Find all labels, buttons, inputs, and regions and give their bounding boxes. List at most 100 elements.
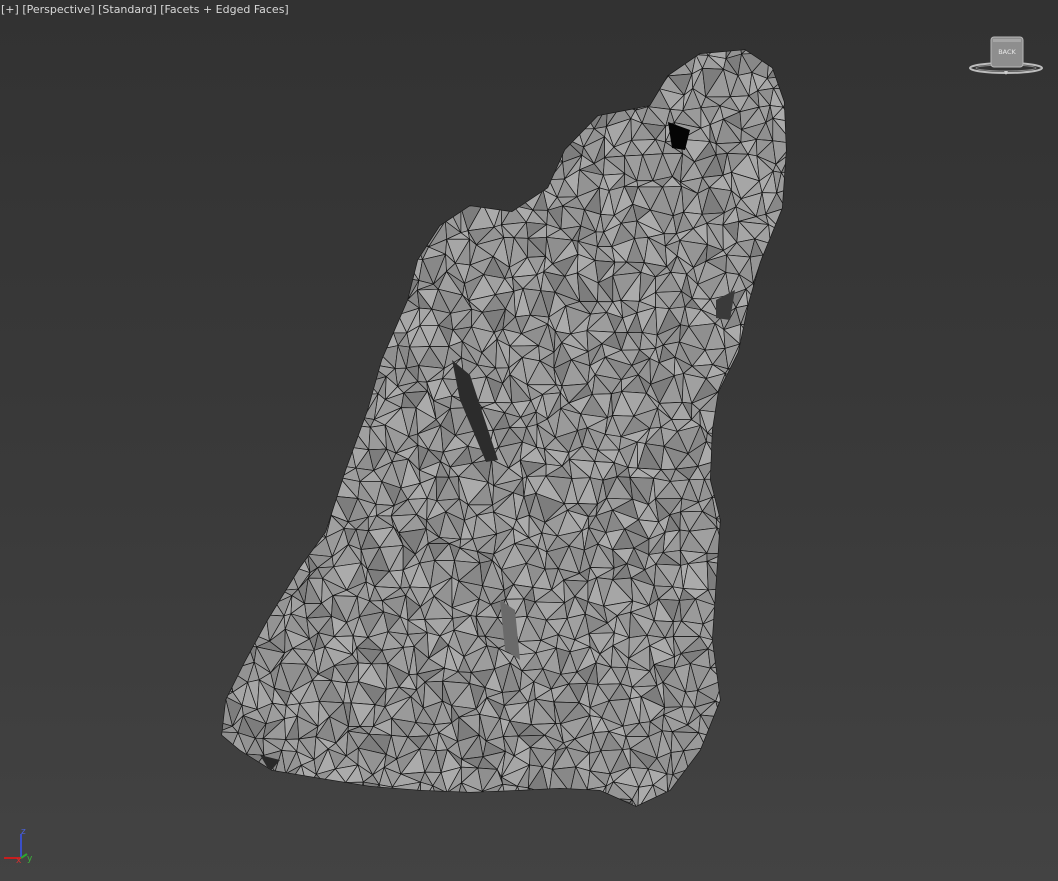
mesh-face [724, 343, 741, 370]
viewport-visual-style-menu[interactable]: [Facets + Edged Faces] [160, 3, 288, 16]
mesh-face [344, 204, 362, 228]
mesh-face [583, 62, 606, 71]
mesh-face [797, 629, 820, 649]
mesh-face [246, 753, 265, 776]
mesh-face [293, 71, 310, 94]
mesh-face [238, 773, 251, 787]
mesh-face [526, 91, 554, 112]
mesh-face [801, 413, 816, 436]
mesh-face [479, 76, 491, 97]
mesh-face [351, 277, 371, 294]
mesh-face [711, 800, 727, 806]
mesh-face [748, 380, 766, 401]
mesh-face [222, 561, 238, 581]
mesh-face [658, 792, 679, 806]
mesh-face [424, 187, 450, 215]
mesh-face [292, 309, 304, 326]
mesh-face [762, 441, 786, 466]
mesh-face [282, 239, 306, 259]
mesh-face [270, 186, 291, 215]
mesh-face [708, 752, 731, 775]
mesh-face [273, 375, 294, 394]
mesh-face [546, 136, 563, 163]
mesh-face [243, 376, 255, 400]
mesh-face [571, 50, 596, 64]
mesh-face [576, 85, 597, 112]
mesh-face [243, 104, 266, 127]
mesh-face [502, 783, 518, 806]
viewport-shading-preset-menu[interactable]: [Standard] [98, 3, 157, 16]
viewport-point-of-view-menu[interactable]: [Perspective] [22, 3, 94, 16]
mesh-face [788, 513, 811, 529]
mesh-face [547, 50, 566, 57]
mesh-face [222, 135, 233, 166]
mesh-face [504, 50, 518, 56]
mesh-face [366, 180, 393, 199]
mesh-face [784, 475, 786, 503]
mesh-face [712, 613, 733, 641]
mesh-face [222, 117, 237, 137]
mesh-face [440, 95, 455, 113]
mesh-face [297, 289, 320, 311]
mesh-face [458, 147, 475, 163]
mesh-face [493, 186, 503, 204]
mesh-face [222, 773, 251, 787]
mesh-face [555, 54, 573, 70]
mesh-face [322, 781, 346, 806]
mesh-face [387, 232, 402, 250]
mesh-face [255, 420, 275, 431]
mesh-face [289, 272, 301, 297]
mesh-face [729, 428, 760, 451]
mesh-face [330, 281, 353, 294]
mesh-face [323, 66, 346, 90]
mesh-face [296, 799, 307, 806]
mesh-face [290, 322, 310, 345]
mesh-face [741, 683, 756, 706]
viewcube[interactable]: BACK [966, 32, 1046, 80]
mesh-face [273, 499, 300, 519]
mesh-face [354, 803, 367, 806]
mesh-face [452, 71, 472, 97]
viewport-general-menu[interactable]: [+] [1, 3, 19, 16]
mesh-face [724, 394, 738, 414]
mesh-face [297, 391, 310, 421]
rock-mesh[interactable] [0, 0, 1058, 881]
mesh-face [318, 283, 333, 292]
mesh-face [251, 376, 273, 400]
mesh-face [267, 581, 282, 604]
mesh-face [683, 768, 705, 787]
mesh-face [776, 435, 786, 448]
mesh-face [399, 163, 420, 180]
mesh-face [758, 464, 776, 488]
mesh-face [792, 637, 806, 657]
mesh-face [546, 122, 563, 141]
mesh-face [373, 224, 389, 249]
mesh-face [453, 71, 481, 97]
mesh-face [721, 630, 742, 656]
mesh-face [293, 62, 310, 74]
mesh-face [448, 172, 459, 187]
mesh-face [731, 630, 743, 655]
mesh-face [236, 398, 260, 422]
perspective-viewport[interactable]: [+] [Perspective] [Standard] [Facets + E… [0, 0, 1058, 881]
mesh-face [222, 494, 234, 521]
mesh-face [229, 255, 253, 280]
mesh-face [223, 464, 248, 484]
mesh-face [724, 372, 744, 396]
mesh-face [722, 563, 743, 585]
mesh-face [348, 204, 374, 228]
mesh-face [748, 391, 766, 416]
mesh-face [330, 291, 353, 314]
mesh-face [759, 706, 780, 716]
mesh-face [731, 780, 758, 806]
mesh-face [222, 754, 228, 776]
mesh-face [461, 147, 479, 163]
mesh-face [318, 290, 334, 315]
mesh-face [782, 786, 786, 806]
mesh-face [784, 363, 786, 382]
mesh-face [750, 482, 760, 502]
mesh-face [477, 121, 494, 149]
mesh-face [362, 135, 377, 163]
mesh-face [518, 62, 540, 82]
mesh-face [252, 531, 275, 553]
